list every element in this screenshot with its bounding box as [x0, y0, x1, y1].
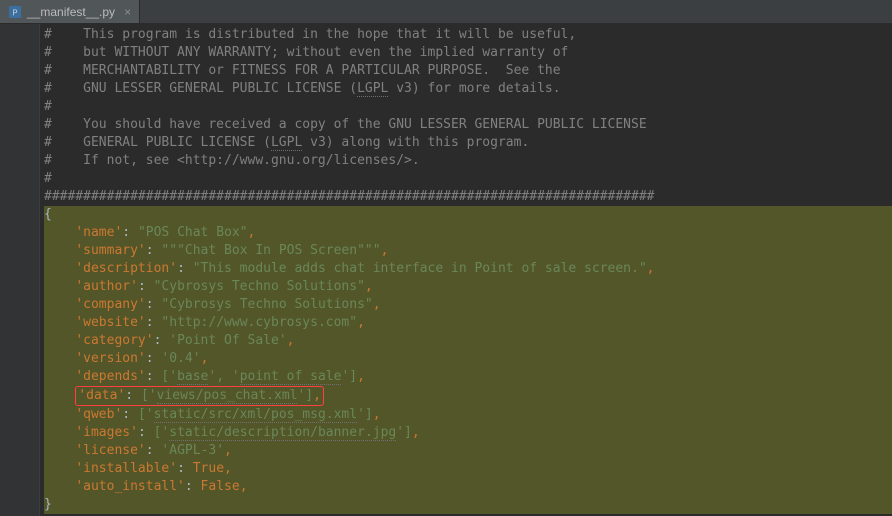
comment-line: # GENERAL PUBLIC LICENSE (LGPL v3) along… [44, 134, 892, 152]
dict-val: 'Point Of Sale' [169, 333, 286, 348]
svg-text:P: P [12, 8, 17, 17]
editor[interactable]: # This program is distributed in the hop… [0, 24, 892, 516]
dict-val: "This module adds chat interface in Poin… [193, 261, 647, 276]
dict-val: False [201, 479, 240, 494]
comment-line: # If not, see <http://www.gnu.org/licens… [44, 152, 892, 170]
tab-filename: __manifest__.py [27, 5, 115, 19]
dict-key: 'summary' [75, 243, 145, 258]
dict-key: 'author' [75, 279, 138, 294]
code-area[interactable]: # This program is distributed in the hop… [40, 24, 892, 516]
dict-key: 'data' [78, 388, 125, 403]
tab-manifest[interactable]: P __manifest__.py × [0, 0, 140, 23]
comment-line: ########################################… [44, 188, 892, 206]
dict-key: 'depends' [75, 369, 145, 384]
dict-key: 'license' [75, 443, 145, 458]
dict-key: 'installable' [75, 461, 177, 476]
dict-val: True [193, 461, 224, 476]
python-file-icon: P [8, 5, 22, 19]
comment-line: # MERCHANTABILITY or FITNESS FOR A PARTI… [44, 62, 892, 80]
comment-line: # [44, 98, 892, 116]
dict-val: 'AGPL-3' [161, 443, 224, 458]
dict-key: 'company' [75, 297, 145, 312]
highlighted-data-line: 'data': ['views/pos_chat.xml'], [75, 386, 324, 406]
dict-key: 'website' [75, 315, 145, 330]
dict-val: '0.4' [161, 351, 200, 366]
close-icon[interactable]: × [120, 5, 131, 19]
dict-val: "POS Chat Box" [138, 225, 248, 240]
dict-key: 'name' [75, 225, 122, 240]
dict-key: 'description' [75, 261, 177, 276]
dict-val: "Cybrosys Techno Solutions" [154, 279, 365, 294]
comment-line: # but WITHOUT ANY WARRANTY; without even… [44, 44, 892, 62]
dict-key: 'category' [75, 333, 153, 348]
dict-block: { 'name': "POS Chat Box", 'summary': """… [44, 206, 892, 514]
comment-line: # GNU LESSER GENERAL PUBLIC LICENSE (LGP… [44, 80, 892, 98]
comment-line: # This program is distributed in the hop… [44, 26, 892, 44]
dict-val: """Chat Box In POS Screen""" [161, 243, 380, 258]
dict-key: 'images' [75, 425, 138, 440]
comment-line: # You should have received a copy of the… [44, 116, 892, 134]
comment-line: # [44, 170, 892, 188]
dict-val: "Cybrosys Techno Solutions" [161, 297, 372, 312]
tab-bar: P __manifest__.py × [0, 0, 892, 24]
dict-key: 'auto_install' [75, 479, 185, 494]
dict-key: 'qweb' [75, 407, 122, 422]
dict-val: "http://www.cybrosys.com" [161, 315, 357, 330]
gutter [0, 24, 40, 516]
dict-key: 'version' [75, 351, 145, 366]
